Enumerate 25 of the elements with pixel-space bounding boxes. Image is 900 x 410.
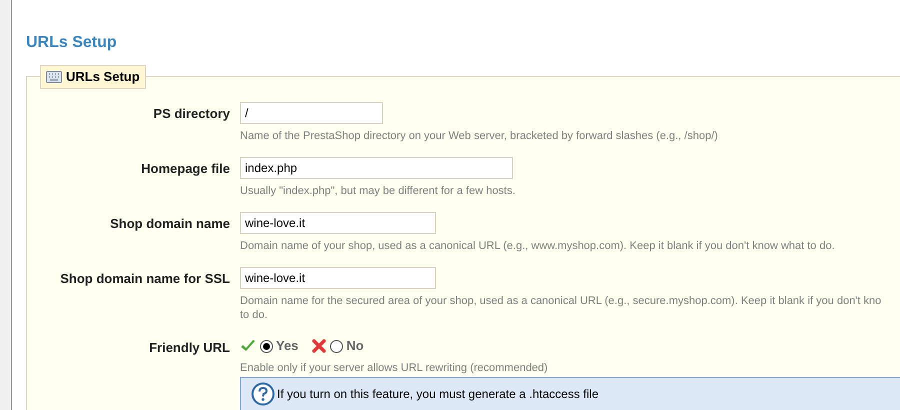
help-text: Domain name of your shop, used as a canonical URL (e.g., www.myshop.com). Keep it blank if you don't know what to do. — [240, 239, 836, 253]
text-field[interactable]: wine-love.it — [240, 212, 436, 234]
check-icon — [240, 339, 256, 353]
text-field[interactable]: / — [240, 102, 383, 124]
field-label: Shop domain name for SSL — [60, 271, 230, 286]
keyboard-icon — [46, 71, 62, 83]
notice-text: If you turn on this feature, you must generate a .htaccess file — [277, 386, 599, 403]
radio-option[interactable]: Yes — [260, 336, 298, 356]
field-label: Shop domain name — [110, 216, 230, 231]
help-text: Name of the PrestaShop directory on your Web server, bracketed by forward slashes (e.g., /shop/) — [240, 129, 719, 143]
text-field[interactable]: index.php — [240, 157, 513, 179]
radio-button[interactable] — [330, 340, 344, 352]
text-field[interactable]: wine-love.it — [240, 267, 436, 289]
legend-text: URLs Setup — [66, 68, 140, 86]
help-text: Usually "index.php", but may be different for a few hosts. — [240, 184, 516, 198]
field-label: PS directory — [153, 106, 230, 121]
field-label: Friendly URL — [149, 340, 230, 355]
help-icon — [251, 382, 275, 406]
radio-button[interactable] — [260, 340, 273, 352]
field-label: Homepage file — [141, 161, 230, 176]
radio-option[interactable]: No — [330, 336, 364, 356]
cross-icon — [312, 339, 326, 353]
page-title: URLs Setup — [26, 33, 118, 53]
help-text: Enable only if your server allows URL rewriting (recommended) — [240, 361, 549, 375]
help-text: Domain name for the secured area of your shop, used as a canonical URL (e.g., secure.myshop.com). Keep it blank if you don't kno to do. — [240, 294, 882, 322]
